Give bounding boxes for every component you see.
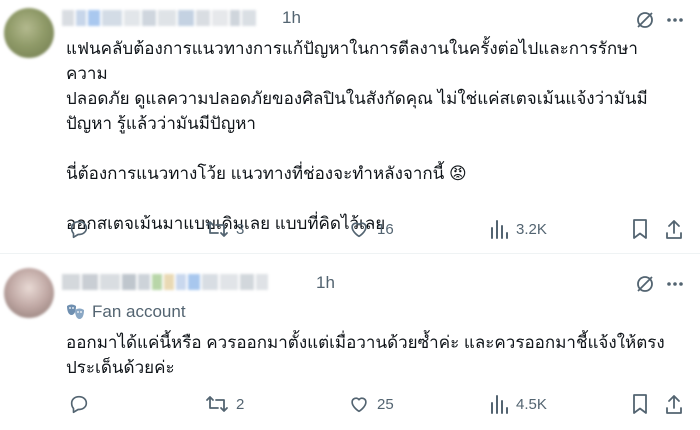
reply-icon	[70, 220, 88, 239]
theater-masks-icon	[67, 304, 84, 319]
avatar[interactable]	[4, 8, 54, 58]
views-icon	[491, 395, 508, 414]
repost-icon	[206, 396, 228, 412]
tweet[interactable]: 1h Fan account ออกมาได้แค่นี้หรือ ควรออก…	[0, 254, 700, 430]
bookmark-button[interactable]	[630, 218, 650, 240]
share-icon	[666, 395, 682, 414]
tweet-actions: 2 25 4.5K	[0, 393, 700, 417]
views-button[interactable]: 3.2K	[489, 218, 547, 240]
more-options-icon[interactable]	[664, 273, 686, 295]
bookmark-icon	[633, 394, 647, 414]
display-name-redacted[interactable]	[62, 274, 268, 290]
view-count: 3.2K	[516, 220, 547, 238]
repost-button[interactable]: 2	[205, 393, 244, 415]
tweet[interactable]: 1h แฟนคลับต้องการแนวทางการแก้ปัญหาในการต…	[0, 0, 700, 254]
tweet-text: แฟนคลับต้องการแนวทางการแก้ปัญหาในการตีลง…	[66, 39, 648, 233]
views-icon	[491, 220, 508, 239]
reply-button[interactable]	[68, 218, 97, 240]
repost-count: 2	[236, 395, 245, 413]
share-icon	[666, 220, 682, 239]
repost-count: 3	[236, 220, 245, 238]
like-button[interactable]: 16	[348, 218, 394, 240]
display-name-redacted[interactable]	[62, 10, 256, 26]
fan-account-badge: Fan account	[66, 302, 186, 322]
grok-icon[interactable]	[634, 9, 656, 31]
repost-button[interactable]: 3	[205, 218, 244, 240]
bookmark-button[interactable]	[630, 393, 650, 415]
repost-icon	[206, 221, 228, 237]
tweet-actions: 3 16 3.2K	[0, 218, 700, 242]
like-button[interactable]: 25	[348, 393, 394, 415]
more-options-icon[interactable]	[664, 9, 686, 31]
view-count: 4.5K	[516, 395, 547, 413]
like-count: 16	[377, 220, 394, 238]
reply-icon	[70, 395, 88, 414]
share-button[interactable]	[664, 393, 684, 415]
tweet-text: ออกมาได้แค่นี้หรือ ควรออกมาตั้งแต่เมื่อว…	[66, 333, 665, 377]
tweet-timestamp[interactable]: 1h	[282, 8, 301, 28]
bookmark-icon	[633, 219, 647, 239]
tweet-timestamp[interactable]: 1h	[316, 273, 335, 293]
fan-account-label: Fan account	[92, 302, 186, 321]
share-button[interactable]	[664, 218, 684, 240]
like-icon	[351, 397, 367, 413]
grok-icon[interactable]	[634, 273, 656, 295]
reply-button[interactable]	[68, 393, 97, 415]
like-icon	[351, 222, 367, 238]
views-button[interactable]: 4.5K	[489, 393, 547, 415]
avatar[interactable]	[4, 268, 54, 318]
like-count: 25	[377, 395, 394, 413]
